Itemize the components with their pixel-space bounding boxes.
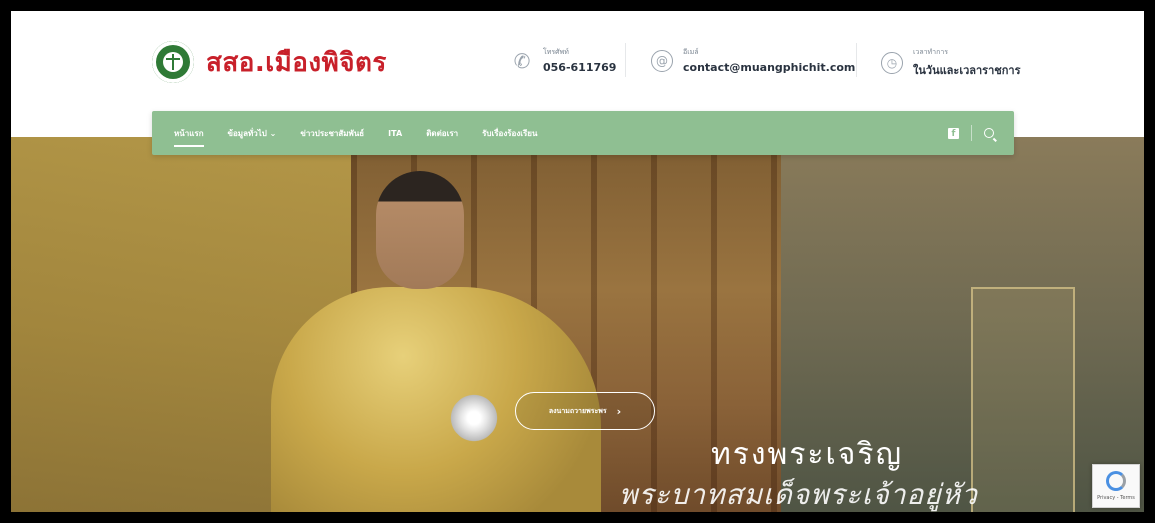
at-sign-icon: @	[651, 49, 673, 72]
ministry-logo-icon	[152, 41, 194, 83]
nav-item-ita[interactable]: ITA	[388, 129, 402, 138]
hero-shrine	[971, 287, 1075, 512]
search-icon[interactable]	[984, 128, 994, 138]
chevron-right-icon: ›	[616, 404, 622, 418]
hours-contact: ◷ เวลาทำการ ในวันและเวลาราชการ	[881, 47, 1020, 79]
recaptcha-icon	[1106, 471, 1126, 491]
phone-contact: ✆ โทรศัพท์ 056-611769	[511, 47, 617, 74]
hours-label: เวลาทำการ	[913, 48, 949, 56]
nav-item-contact[interactable]: ติดต่อเรา	[426, 127, 458, 140]
email-label: อีเมล์	[683, 48, 699, 56]
nav-item-home[interactable]: หน้าแรก	[174, 127, 204, 147]
facebook-icon[interactable]: f	[948, 127, 959, 139]
nav-item-news[interactable]: ข่าวประชาสัมพันธ์	[300, 127, 364, 140]
nav-divider	[971, 125, 972, 141]
main-navigation: หน้าแรก ข้อมูลทั่วไป ⌄ ข่าวประชาสัมพันธ์…	[152, 111, 1014, 155]
hero-banner	[11, 137, 1144, 512]
header-divider	[856, 43, 857, 77]
site-title: สสอ.เมืองพิจิตร	[206, 47, 387, 78]
browser-frame: สสอ.เมืองพิจิตร ✆ โทรศัพท์ 056-611769 @ …	[8, 8, 1147, 515]
hero-subheading: พระบาทสมเด็จพระเจ้าอยู่หัว	[619, 478, 978, 511]
nav-actions: f	[948, 111, 994, 155]
phone-value[interactable]: 056-611769	[543, 61, 616, 74]
hours-value: ในวันและเวลาราชการ	[913, 64, 1021, 77]
sign-well-wishes-label: ลงนามถวายพระพร	[548, 406, 607, 415]
phone-icon: ✆	[513, 48, 531, 73]
phone-label: โทรศัพท์	[543, 48, 569, 56]
recaptcha-text: Privacy - Terms	[1097, 495, 1135, 501]
sign-well-wishes-button[interactable]: ลงนามถวายพระพร ›	[515, 392, 655, 430]
hero-heading: ทรงพระเจริญ	[711, 437, 904, 472]
email-contact: @ อีเมล์ contact@muangphichit.com	[651, 47, 855, 74]
recaptcha-badge[interactable]: Privacy - Terms	[1092, 464, 1140, 508]
email-value[interactable]: contact@muangphichit.com	[683, 61, 855, 74]
hero-portrait-head	[376, 171, 464, 289]
nav-item-general-info[interactable]: ข้อมูลทั่วไป ⌄	[228, 127, 277, 140]
clock-icon: ◷	[881, 52, 903, 74]
header-divider	[625, 43, 626, 77]
site-logo-link[interactable]: สสอ.เมืองพิจิตร	[152, 41, 387, 83]
nav-item-complaints[interactable]: รับเรื่องร้องเรียน	[482, 127, 537, 140]
